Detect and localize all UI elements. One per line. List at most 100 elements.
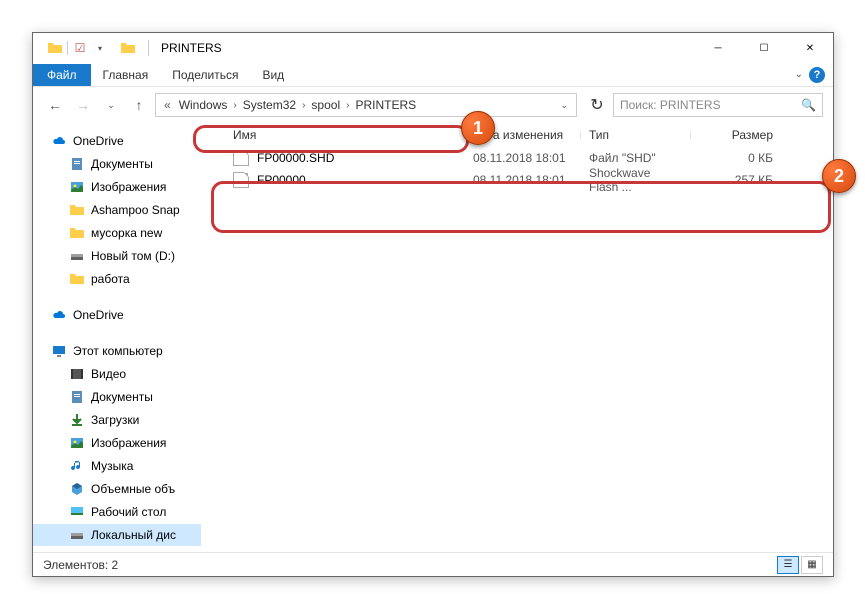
breadcrumb-segment[interactable]: Windows (175, 98, 232, 112)
nav-back-button[interactable]: ← (43, 93, 67, 117)
tree-item[interactable]: Ashampoo Snap (33, 199, 201, 221)
folder-icon (47, 40, 63, 56)
address-dropdown-icon[interactable]: ⌄ (560, 100, 568, 111)
file-row[interactable]: FP0000008.11.2018 18:01Shockwave Flash .… (201, 169, 833, 191)
column-header-name[interactable]: Имя⌃ (201, 128, 465, 142)
file-list: Имя⌃ Дата изменения Тип Размер FP00000.S… (201, 123, 833, 552)
drive-icon (69, 248, 85, 264)
qat-separator (67, 41, 68, 55)
breadcrumb-prefix: « (160, 98, 175, 112)
tree-item[interactable]: Изображения (33, 176, 201, 198)
nav-forward-button[interactable]: → (71, 93, 95, 117)
column-header-date[interactable]: Дата изменения (465, 128, 581, 142)
tree-item-label: Музыка (91, 459, 133, 473)
tree-item-label: Этот компьютер (73, 344, 163, 358)
nav-history-dropdown[interactable]: ⌄ (99, 93, 123, 117)
window-folder-icon (120, 40, 136, 56)
pc-icon (51, 343, 67, 359)
tree-item[interactable]: Видео (33, 363, 201, 385)
minimize-button[interactable]: ─ (695, 33, 741, 63)
tree-item-label: Документы (91, 157, 153, 171)
music-icon (69, 458, 85, 474)
breadcrumb-segment[interactable]: PRINTERS (351, 98, 420, 112)
file-date: 08.11.2018 18:01 (465, 151, 581, 165)
tree-item-label: OneDrive (73, 134, 124, 148)
tree-item[interactable]: Музыка (33, 455, 201, 477)
file-type: Файл "SHD" (581, 151, 691, 165)
tree-item-label: Изображения (91, 180, 166, 194)
chevron-right-icon[interactable]: › (300, 100, 307, 111)
ribbon-tab-file[interactable]: Файл (33, 64, 91, 86)
navigation-bar: ← → ⌄ ↑ « Windows › System32 › spool › P… (33, 87, 833, 123)
file-name: FP00000 (257, 173, 306, 187)
tree-item[interactable]: работа (33, 268, 201, 290)
breadcrumb-segment[interactable]: spool (307, 98, 344, 112)
title-separator (148, 40, 149, 56)
status-bar: Элементов: 2 ☰ ▦ (33, 552, 833, 576)
tree-item[interactable]: Новый том (D:) (33, 245, 201, 267)
chevron-right-icon[interactable]: › (231, 100, 238, 111)
view-icons-button[interactable]: ▦ (801, 556, 823, 574)
tree-item-label: Ashampoo Snap (91, 203, 180, 217)
column-headers: Имя⌃ Дата изменения Тип Размер (201, 123, 833, 147)
search-placeholder: Поиск: PRINTERS (620, 98, 721, 112)
explorer-window: ☑ ▾ PRINTERS ─ ☐ ✕ Файл Главная Поделить… (32, 32, 834, 577)
file-icon (233, 150, 249, 166)
maximize-button[interactable]: ☐ (741, 33, 787, 63)
cloud-icon (51, 307, 67, 323)
ribbon-tab-home[interactable]: Главная (91, 64, 161, 86)
img-icon (69, 179, 85, 195)
tree-item-label: Объемные объ (91, 482, 175, 496)
tree-item[interactable]: Объемные объ (33, 478, 201, 500)
nav-up-button[interactable]: ↑ (127, 93, 151, 117)
tree-item[interactable]: Загрузки (33, 409, 201, 431)
drive-icon (69, 527, 85, 543)
column-header-size[interactable]: Размер (691, 128, 781, 142)
doc-icon (69, 389, 85, 405)
sort-indicator-icon: ⌃ (333, 124, 340, 133)
close-button[interactable]: ✕ (787, 33, 833, 63)
view-details-button[interactable]: ☰ (777, 556, 799, 574)
down-icon (69, 412, 85, 428)
tree-item[interactable]: OneDrive (33, 130, 201, 152)
video-icon (69, 366, 85, 382)
file-date: 08.11.2018 18:01 (465, 173, 581, 187)
ribbon-expand-icon[interactable]: ⌄ (795, 69, 803, 80)
search-icon: 🔍 (801, 98, 816, 112)
chevron-right-icon[interactable]: › (344, 100, 351, 111)
tree-item-label: Загрузки (91, 413, 139, 427)
ribbon-tab-share[interactable]: Поделиться (160, 64, 250, 86)
tree-item-label: Рабочий стол (91, 505, 166, 519)
tree-item[interactable]: Этот компьютер (33, 340, 201, 362)
search-input[interactable]: Поиск: PRINTERS 🔍 (613, 93, 823, 117)
help-icon[interactable]: ? (809, 67, 825, 83)
tree-item-label: Новый том (D:) (91, 249, 175, 263)
folder-icon (69, 225, 85, 241)
tree-item-label: мусорка new (91, 226, 162, 240)
status-item-count: Элементов: 2 (43, 558, 118, 572)
ribbon-tab-view[interactable]: Вид (250, 64, 296, 86)
file-row[interactable]: FP00000.SHD 08.11.2018 18:01Файл "SHD"0 К… (201, 147, 833, 169)
refresh-button[interactable]: ↻ (585, 93, 609, 117)
img-icon (69, 435, 85, 451)
titlebar: ☑ ▾ PRINTERS ─ ☐ ✕ (33, 33, 833, 63)
navigation-pane[interactable]: OneDrive Документы Изображения Ashampoo Sna… (33, 123, 201, 552)
tree-item-label: Изображения (91, 436, 166, 450)
column-header-type[interactable]: Тип (581, 128, 691, 142)
properties-icon[interactable]: ☑ (72, 40, 88, 56)
file-size: 0 КБ (691, 151, 781, 165)
tree-item[interactable]: Документы (33, 153, 201, 175)
tree-item-label: Локальный дис (91, 528, 176, 542)
address-bar[interactable]: « Windows › System32 › spool › PRINTERS … (155, 93, 577, 117)
file-size: 257 КБ (691, 173, 781, 187)
tree-item[interactable]: Документы (33, 386, 201, 408)
qat-dropdown-icon[interactable]: ▾ (92, 40, 108, 56)
tree-item[interactable]: OneDrive (33, 304, 201, 326)
breadcrumb-segment[interactable]: System32 (239, 98, 300, 112)
tree-item[interactable]: Локальный дис (33, 524, 201, 546)
ribbon: Файл Главная Поделиться Вид ⌄ ? (33, 63, 833, 87)
tree-item[interactable]: мусорка new (33, 222, 201, 244)
tree-item[interactable]: Изображения (33, 432, 201, 454)
tree-item[interactable]: Рабочий стол (33, 501, 201, 523)
file-name: FP00000.SHD (257, 151, 334, 165)
